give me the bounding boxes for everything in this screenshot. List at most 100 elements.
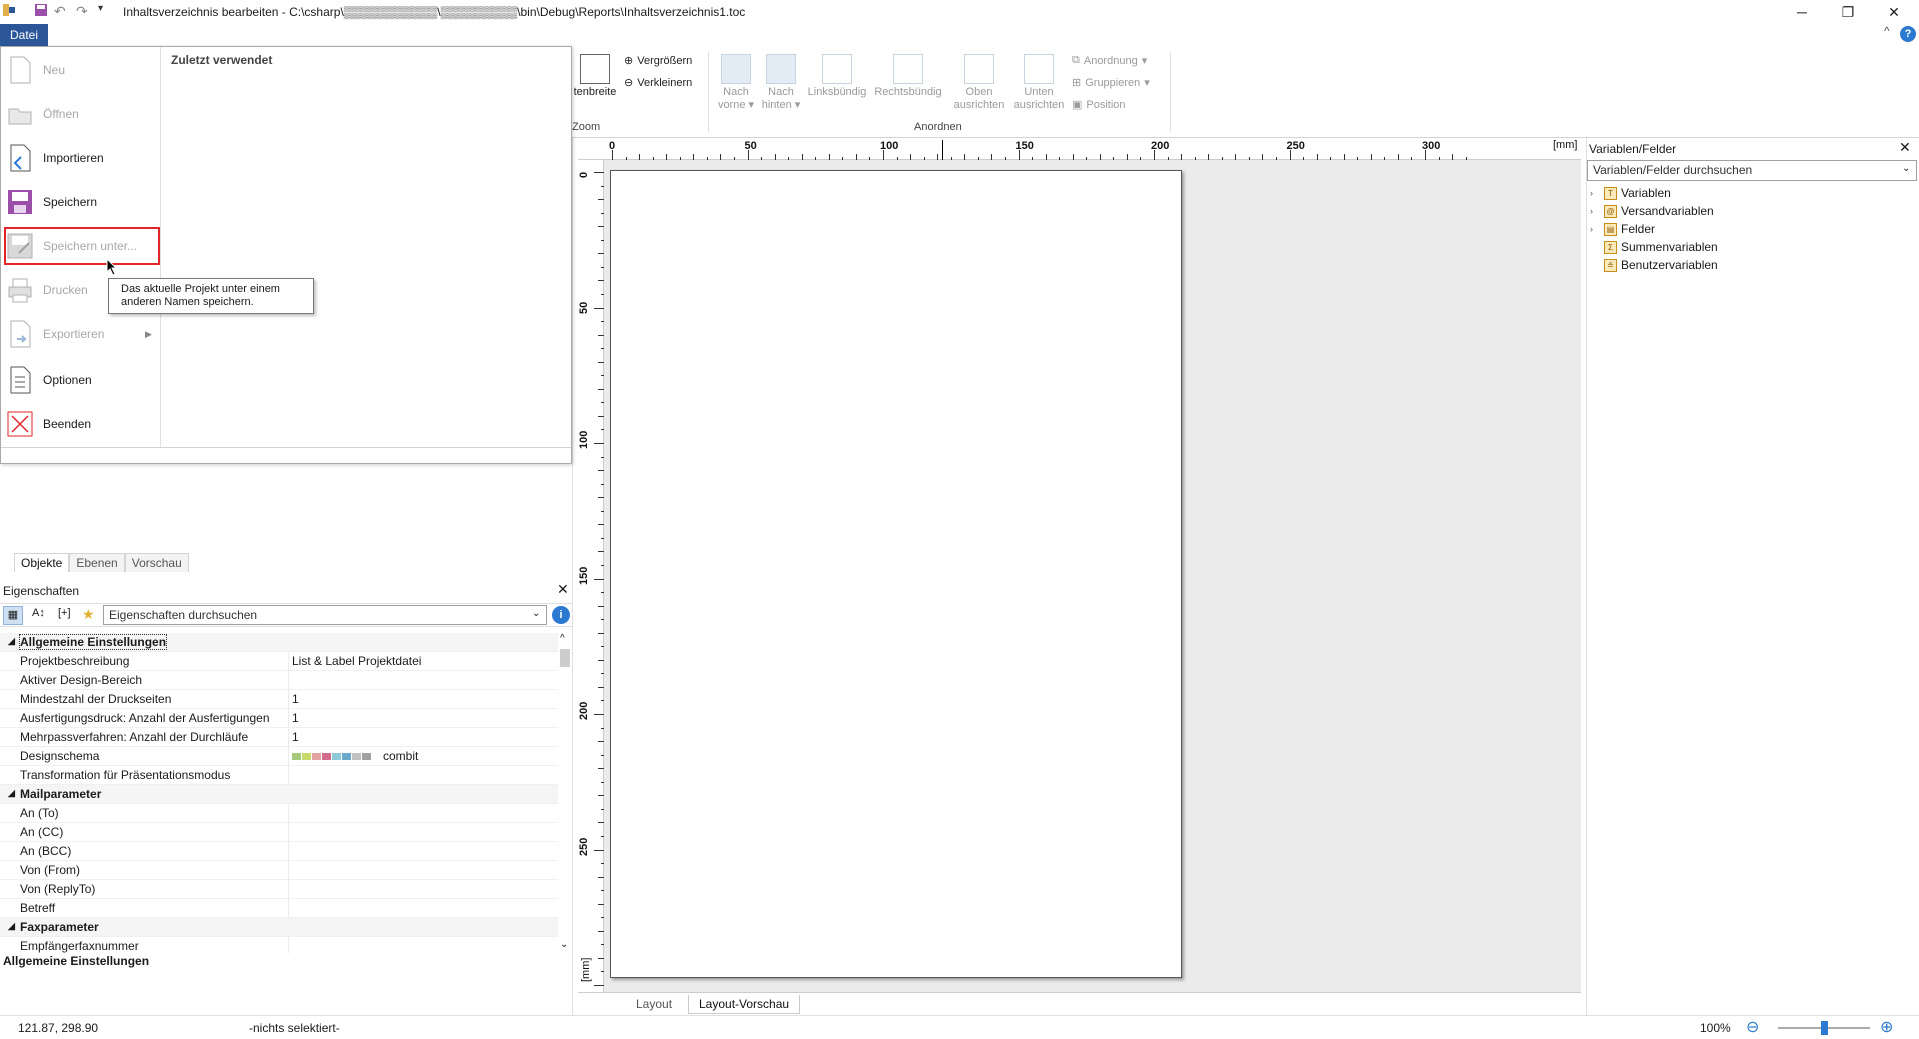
property-value[interactable]: 1 <box>292 692 299 706</box>
property-row[interactable]: Von (ReplyTo) <box>0 880 558 899</box>
property-row[interactable]: Mehrpassverfahren: Anzahl der Durchläufe… <box>0 728 558 747</box>
variables-search-input[interactable]: Variablen/Felder durchsuchen <box>1587 160 1917 181</box>
zoom-in-icon[interactable]: ⊕ <box>1880 1017 1893 1037</box>
property-category[interactable]: ◢ Faxparameter <box>0 918 558 937</box>
column-divider[interactable] <box>288 690 289 709</box>
tab-layout[interactable]: Layout <box>626 995 682 1013</box>
zoom-in-button[interactable]: ⊕ Vergrößern <box>624 54 692 68</box>
collapse-triangle-icon[interactable]: ◢ <box>8 636 15 647</box>
send-to-back-button[interactable]: Nach hinten ▾ <box>758 54 804 112</box>
property-row[interactable]: Ausfertigungsdruck: Anzahl der Ausfertig… <box>0 709 558 728</box>
backstage-open[interactable]: Öffnen <box>7 95 157 133</box>
order-button[interactable]: ⧉ Anordnung ▾ <box>1072 54 1147 67</box>
backstage-options[interactable]: Optionen <box>7 361 157 399</box>
scroll-up-icon[interactable]: ^ <box>560 633 565 644</box>
backstage-exit[interactable]: Beenden <box>7 405 157 443</box>
variables-close-icon[interactable]: ✕ <box>1899 139 1911 156</box>
property-row[interactable]: Empfängerfaxnummer <box>0 937 558 953</box>
property-row[interactable]: Projektbeschreibung List & Label Projektd… <box>0 652 558 671</box>
expand-arrow-icon[interactable]: › <box>1590 206 1600 216</box>
collapse-triangle-icon[interactable]: ◢ <box>8 921 15 932</box>
help-icon[interactable]: ? <box>1900 26 1916 42</box>
tab-preview[interactable]: Vorschau <box>124 553 189 572</box>
sort-alphabetical-icon[interactable]: A↕ <box>32 607 45 619</box>
column-divider[interactable] <box>288 899 289 918</box>
chevron-down-icon[interactable]: ⌄ <box>532 608 540 619</box>
group-button[interactable]: ⊞ Gruppieren ▾ <box>1072 76 1150 90</box>
align-top-button[interactable]: Oben ausrichten <box>950 54 1008 112</box>
collapse-ribbon-icon[interactable]: ^ <box>1884 24 1890 38</box>
backstage-import[interactable]: Importieren <box>7 139 157 177</box>
bring-to-front-button[interactable]: Nach vorne ▾ <box>714 54 758 112</box>
properties-search-input[interactable]: Eigenschaften durchsuchen <box>103 605 547 625</box>
align-left-button[interactable]: Linksbündig <box>806 54 868 99</box>
expand-arrow-icon[interactable]: › <box>1590 224 1600 234</box>
minimize-button[interactable]: ─ <box>1779 0 1825 24</box>
backstage-new[interactable]: Neu <box>7 51 157 89</box>
variables-tree-item[interactable]: › T Variablen <box>1590 186 1671 200</box>
column-divider[interactable] <box>288 937 289 953</box>
column-divider[interactable] <box>288 861 289 880</box>
file-tab[interactable]: Datei <box>0 24 48 46</box>
variables-tree-item[interactable]: ≗ Benutzervariablen <box>1590 258 1718 272</box>
tab-layers[interactable]: Ebenen <box>69 553 125 572</box>
undo-icon[interactable]: ↶ <box>54 3 70 19</box>
chevron-down-icon[interactable]: ⌄ <box>1902 163 1910 174</box>
categorized-view-icon[interactable]: ▦ <box>3 606 23 625</box>
property-row[interactable]: Aktiver Design-Bereich <box>0 671 558 690</box>
column-divider[interactable] <box>288 880 289 899</box>
variables-tree-item[interactable]: › ▤ Felder <box>1590 222 1655 236</box>
column-divider[interactable] <box>288 804 289 823</box>
column-divider[interactable] <box>288 842 289 861</box>
tab-layout-preview[interactable]: Layout-Vorschau <box>688 995 801 1014</box>
property-row[interactable]: Designschema combit <box>0 747 558 766</box>
expand-collapse-icon[interactable]: [+] <box>58 607 71 619</box>
column-divider[interactable] <box>288 652 289 671</box>
properties-scrollbar[interactable]: ^ ⌄ <box>558 633 572 953</box>
property-category[interactable]: ◢ Allgemeine Einstellungen <box>0 633 558 652</box>
info-icon[interactable]: i <box>552 606 570 624</box>
property-value[interactable]: 1 <box>292 730 299 744</box>
column-divider[interactable] <box>288 823 289 842</box>
close-button[interactable]: ✕ <box>1871 0 1917 24</box>
page-width-button[interactable]: tenbreite <box>572 54 618 99</box>
column-divider[interactable] <box>288 766 289 785</box>
expand-arrow-icon[interactable]: › <box>1590 188 1600 198</box>
position-button[interactable]: ▣ Position <box>1072 98 1126 112</box>
property-category[interactable]: ◢ Mailparameter <box>0 785 558 804</box>
property-value[interactable]: List & Label Projektdatei <box>292 654 421 668</box>
property-row[interactable]: Von (From) <box>0 861 558 880</box>
scroll-thumb[interactable] <box>560 649 570 667</box>
properties-close-icon[interactable]: ✕ <box>557 581 569 598</box>
property-row[interactable]: An (CC) <box>0 823 558 842</box>
tab-objects[interactable]: Objekte <box>14 553 70 572</box>
property-row[interactable]: An (BCC) <box>0 842 558 861</box>
zoom-out-button[interactable]: ⊖ Verkleinern <box>624 76 692 90</box>
redo-icon[interactable]: ↷ <box>76 3 92 19</box>
variables-tree-item[interactable]: › @ Versandvariablen <box>1590 204 1714 218</box>
column-divider[interactable] <box>288 747 289 766</box>
report-page[interactable] <box>610 170 1182 978</box>
variables-tree-item[interactable]: Σ Summenvariablen <box>1590 240 1718 254</box>
align-right-button[interactable]: Rechtsbündig <box>872 54 944 99</box>
scroll-down-icon[interactable]: ⌄ <box>560 939 568 950</box>
backstage-save[interactable]: Speichern <box>7 183 157 221</box>
column-divider[interactable] <box>288 671 289 690</box>
property-row[interactable]: Betreff <box>0 899 558 918</box>
column-divider[interactable] <box>288 709 289 728</box>
zoom-slider-thumb[interactable] <box>1821 1021 1828 1035</box>
property-row[interactable]: Transformation für Präsentationsmodus <box>0 766 558 785</box>
property-value[interactable]: combit <box>292 749 418 763</box>
property-value[interactable]: 1 <box>292 711 299 725</box>
favorites-star-icon[interactable]: ★ <box>82 606 95 623</box>
align-bottom-button[interactable]: Unten ausrichten <box>1010 54 1068 112</box>
property-row[interactable]: An (To) <box>0 804 558 823</box>
save-icon[interactable] <box>34 3 50 19</box>
restore-button[interactable]: ❐ <box>1825 0 1871 24</box>
property-row[interactable]: Mindestzahl der Druckseiten 1 <box>0 690 558 709</box>
column-divider[interactable] <box>288 728 289 747</box>
backstage-export[interactable]: Exportieren ▶ <box>7 315 157 353</box>
right-splitter[interactable] <box>1581 138 1587 1015</box>
customize-quick-access-icon[interactable]: ▾ <box>98 3 114 19</box>
zoom-out-icon[interactable]: ⊖ <box>1746 1017 1759 1037</box>
